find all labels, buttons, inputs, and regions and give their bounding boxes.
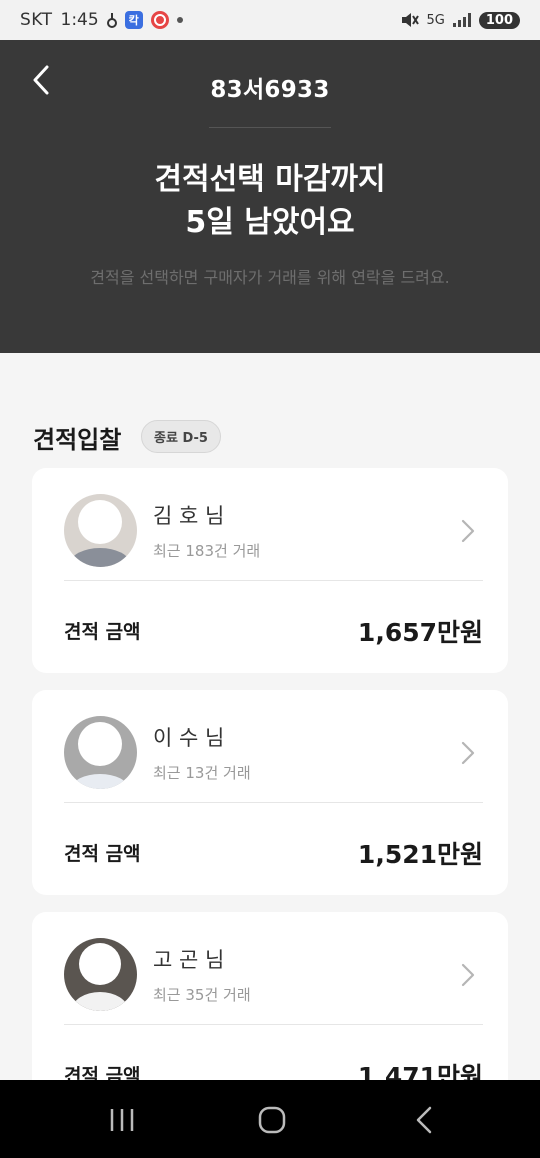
alert-notification-icon	[150, 11, 169, 29]
avatar	[64, 938, 137, 1011]
headline-line-1: 견적선택 마감까지	[154, 162, 386, 197]
network-type: 5G	[426, 12, 445, 28]
system-navigation-bar	[0, 1080, 540, 1158]
system-back-button[interactable]	[410, 1105, 438, 1135]
bid-card[interactable]: 이 수 님 최근 13건 거래 견적 금액 1,521만원	[32, 690, 508, 895]
bidder-trade-count: 최근 35건 거래	[153, 986, 251, 1004]
deadline-headline: 견적선택 마감까지 5일 남았어요	[0, 158, 540, 244]
chevron-right-icon	[461, 963, 475, 987]
header-divider	[209, 127, 331, 128]
recent-apps-button[interactable]	[106, 1105, 138, 1135]
bidder-name: 김 호 님	[153, 504, 225, 528]
vehicle-plate-title: 83서6933	[210, 77, 330, 103]
app-notification-icon: 칵	[124, 11, 143, 29]
signal-icon	[452, 13, 471, 27]
home-icon	[258, 1106, 286, 1134]
price-value: 1,521만원	[357, 840, 483, 869]
bidder-trade-count: 최근 183건 거래	[153, 542, 261, 560]
headline-line-2: 5일 남았어요	[185, 205, 355, 240]
battery-indicator: 100	[478, 11, 520, 29]
card-divider	[64, 580, 483, 581]
more-notifications-icon	[176, 17, 183, 23]
recent-apps-icon	[110, 1109, 134, 1131]
card-divider	[64, 1024, 483, 1025]
status-bar: SKT 1:45 칵 5G 100	[0, 0, 540, 40]
system-back-icon	[416, 1106, 432, 1134]
mute-icon	[401, 12, 419, 28]
chevron-right-icon	[461, 519, 475, 543]
bidder-trade-count: 최근 13건 거래	[153, 764, 251, 782]
card-divider	[64, 802, 483, 803]
deadline-header: 83서6933 견적선택 마감까지 5일 남았어요 견적을 선택하면 구매자가 …	[0, 40, 540, 353]
price-value: 1,657만원	[357, 618, 483, 647]
price-label: 견적 금액	[64, 621, 141, 643]
avatar	[64, 716, 137, 789]
home-button[interactable]	[255, 1105, 289, 1135]
bidder-name: 고 곤 님	[153, 948, 225, 972]
deadline-badge: 종료 D-5	[141, 420, 221, 453]
avatar	[64, 494, 137, 567]
header-subtext: 견적을 선택하면 구매자가 거래를 위해 연락을 드려요.	[90, 268, 450, 287]
bidder-name: 이 수 님	[153, 726, 225, 750]
price-label: 견적 금액	[64, 843, 141, 865]
chevron-right-icon	[461, 741, 475, 765]
section-title: 견적입찰	[33, 426, 122, 454]
key-notification-icon	[106, 12, 117, 28]
clock: 1:45	[60, 10, 99, 30]
bid-card[interactable]: 김 호 님 최근 183건 거래 견적 금액 1,657만원	[32, 468, 508, 673]
carrier-label: SKT	[20, 10, 53, 30]
